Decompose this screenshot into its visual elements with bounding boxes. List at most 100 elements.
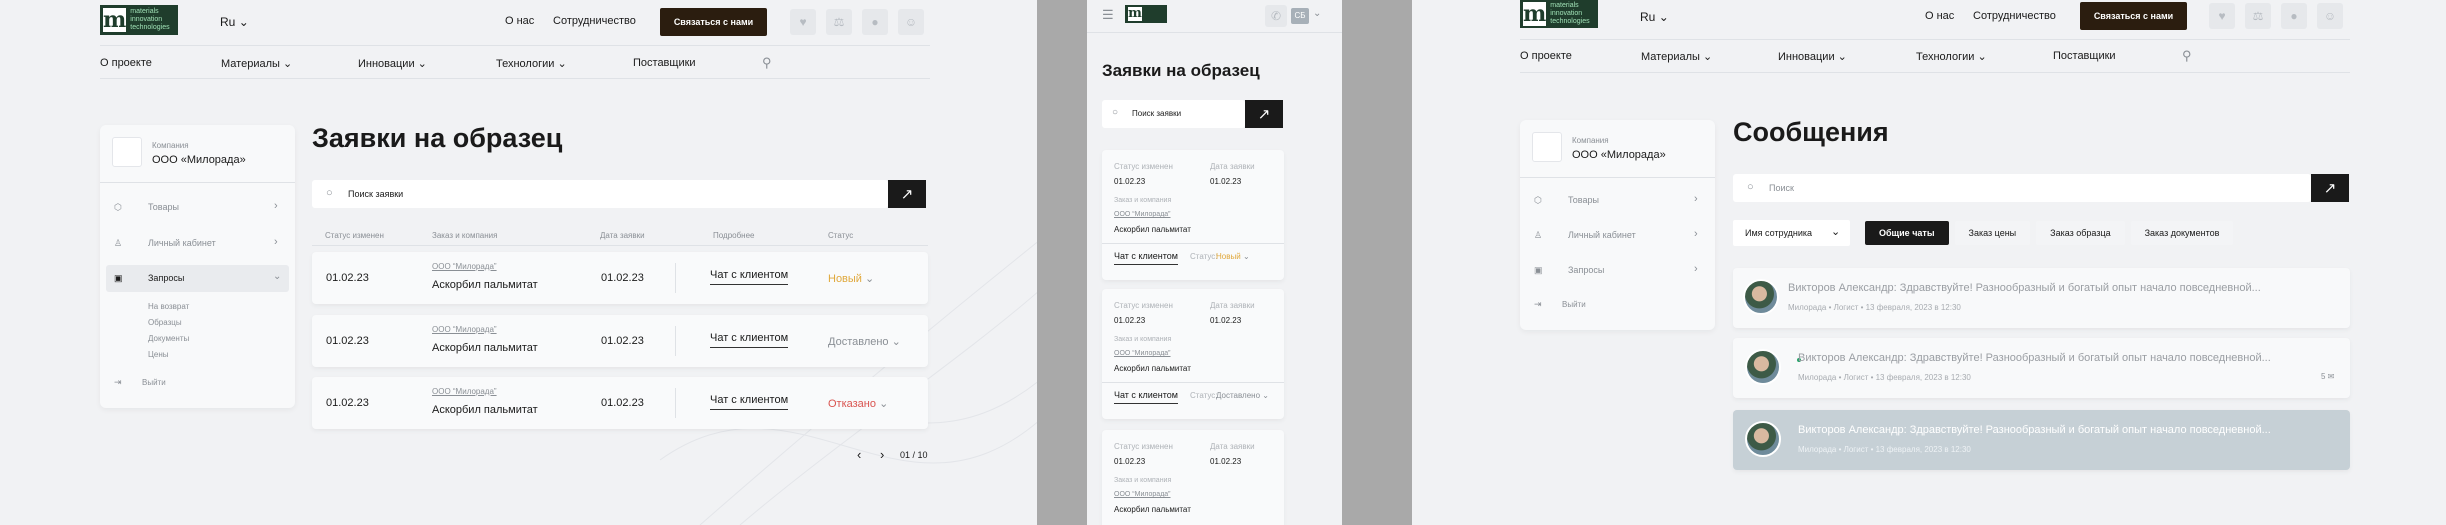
person-icon: ♙ <box>114 238 123 248</box>
nav-about[interactable]: О проекте <box>100 57 152 69</box>
logout-link[interactable]: Выйти <box>142 378 166 387</box>
avatar <box>1745 349 1781 385</box>
nav-suppliers[interactable]: Поставщики <box>633 57 696 69</box>
heart-icon[interactable]: ♥ <box>790 9 816 35</box>
chat-with-client-link[interactable]: Чат с клиентом <box>710 394 789 410</box>
message-item[interactable]: Викторов Александр: Здравствуйте! Разноо… <box>1733 268 2350 328</box>
search-submit-button[interactable]: ↗ <box>2311 174 2349 202</box>
chevron-down-icon[interactable]: ⌄ <box>1313 8 1321 19</box>
sidebar-item-cabinet[interactable]: Личный кабинет <box>1568 230 1636 240</box>
menu-icon[interactable]: ☰ <box>1102 7 1114 23</box>
sidebar-item-cabinet[interactable]: Личный кабинет <box>148 238 216 248</box>
contact-button[interactable]: Связаться с нами <box>660 8 767 36</box>
logo[interactable]: m materials innovation technologies <box>100 5 178 35</box>
col-status: Статус <box>828 231 854 240</box>
sidebar-item-requests-active[interactable] <box>106 265 289 292</box>
nav-suppliers[interactable]: Поставщики <box>2053 50 2116 62</box>
phone-icon[interactable]: ✆ <box>1265 5 1287 27</box>
language-select[interactable]: Ru ⌄ <box>220 15 249 29</box>
chat-with-client-link[interactable]: Чат с клиентом <box>1114 251 1178 265</box>
card-company-link[interactable]: ООО “Милорада” <box>1114 491 1171 498</box>
table-row[interactable]: 01.02.23 ООО “Милорада” Аскорбил пальмит… <box>312 377 928 429</box>
status-label: Статус: <box>1190 391 1218 400</box>
request-card[interactable]: Статус изменен 01.02.23 Дата заявки 01.0… <box>1102 150 1284 280</box>
search-input[interactable]: ○ Поиск <box>1733 174 2311 202</box>
message-item[interactable]: Викторов Александр: Здравствуйте! Разноо… <box>1733 410 2350 470</box>
status-select[interactable]: Отказано ⌄ <box>828 397 888 410</box>
tab-general-chats[interactable]: Общие чаты <box>1865 221 1949 245</box>
company-logo <box>112 137 142 167</box>
nav-materials[interactable]: Материалы ⌄ <box>221 57 292 70</box>
tab-price-order[interactable]: Заказ цены <box>1954 221 2031 245</box>
cooperation-link[interactable]: Сотрудничество <box>1973 10 2056 22</box>
status-select[interactable]: Доставлено ⌄ <box>828 335 901 348</box>
search-input[interactable]: ○ Поиск заявки <box>312 180 888 208</box>
tab-documents-order[interactable]: Заказ документов <box>2130 221 2234 245</box>
order-label: Заказ и компания <box>1114 197 1172 204</box>
row-company-link[interactable]: ООО “Милорада” <box>432 262 497 271</box>
sidebar-item-requests[interactable]: Запросы <box>1568 265 1604 275</box>
logo[interactable]: m <box>1125 5 1167 23</box>
user-icon[interactable]: ☺ <box>2317 3 2343 29</box>
logout-link[interactable]: Выйти <box>1562 300 1586 309</box>
nav-technologies[interactable]: Технологии ⌄ <box>496 57 567 70</box>
message-item[interactable]: Викторов Александр: Здравствуйте! Разноо… <box>1733 338 2350 398</box>
order-label: Заказ и компания <box>1114 336 1172 343</box>
sidebar-item-products[interactable]: Товары <box>1568 195 1599 205</box>
card-company-link[interactable]: ООО “Милорада” <box>1114 350 1171 357</box>
scale-icon[interactable]: ⚖ <box>2245 3 2271 29</box>
order-label: Заказ и компания <box>1114 477 1172 484</box>
chat-with-client-link[interactable]: Чат с клиентом <box>710 332 789 348</box>
nav-about[interactable]: О проекте <box>1520 50 1572 62</box>
search-submit-button[interactable]: ↗ <box>1245 100 1283 128</box>
about-link[interactable]: О нас <box>505 15 534 27</box>
sidebar-item-requests[interactable]: Запросы <box>148 273 184 283</box>
user-icon[interactable]: ☺ <box>898 9 924 35</box>
next-page-icon[interactable]: › <box>880 447 884 462</box>
sub-samples[interactable]: Образцы <box>148 318 182 327</box>
search-icon[interactable]: ⚲ <box>2182 48 2192 64</box>
sub-documents[interactable]: Документы <box>148 334 189 343</box>
row-company-link[interactable]: ООО “Милорада” <box>432 387 497 396</box>
scale-icon[interactable]: ⚖ <box>826 9 852 35</box>
logo[interactable]: m materials innovation technologies <box>1520 0 1598 28</box>
bell-icon[interactable]: ● <box>862 9 888 35</box>
about-link[interactable]: О нас <box>1925 10 1954 22</box>
status-select[interactable]: Доставлено ⌄ <box>1216 391 1269 400</box>
nav-materials[interactable]: Материалы ⌄ <box>1641 50 1712 63</box>
search-input[interactable]: ○ Поиск заявки <box>1102 100 1245 128</box>
prev-page-icon[interactable]: ‹ <box>857 447 861 462</box>
row-changed: 01.02.23 <box>326 335 369 347</box>
card-company-link[interactable]: ООО “Милорада” <box>1114 211 1171 218</box>
nav-innovations[interactable]: Инновации ⌄ <box>1778 50 1847 63</box>
request-card[interactable]: Статус изменен 01.02.23 Дата заявки 01.0… <box>1102 289 1284 419</box>
nav-technologies[interactable]: Технологии ⌄ <box>1916 50 1987 63</box>
heart-icon[interactable]: ♥ <box>2209 3 2235 29</box>
search-submit-button[interactable]: ↗ <box>888 180 926 208</box>
messages-page-desktop: m materials innovation technologies Ru ⌄ … <box>1412 0 2446 525</box>
sub-returns[interactable]: На возврат <box>148 302 189 311</box>
avatar <box>1745 421 1781 457</box>
language-select[interactable]: Ru ⌄ <box>1640 10 1669 24</box>
cooperation-link[interactable]: Сотрудничество <box>553 15 636 27</box>
employee-select[interactable]: Имя сотрудника ⌄ <box>1733 220 1850 246</box>
sub-prices[interactable]: Цены <box>148 350 169 359</box>
status-select[interactable]: Новый ⌄ <box>828 272 874 285</box>
tab-sample-order[interactable]: Заказ образца <box>2036 221 2125 245</box>
contact-button[interactable]: Связаться с нами <box>2080 2 2187 30</box>
table-row[interactable]: 01.02.23 ООО “Милорада” Аскорбил пальмит… <box>312 252 928 304</box>
status-select[interactable]: Новый ⌄ <box>1216 252 1250 261</box>
nav-innovations[interactable]: Инновации ⌄ <box>358 57 427 70</box>
bell-icon[interactable]: ● <box>2281 3 2307 29</box>
search-icon: ○ <box>1112 107 1119 118</box>
row-company-link[interactable]: ООО “Милорада” <box>432 325 497 334</box>
company-label: Компания <box>152 141 189 150</box>
chat-with-client-link[interactable]: Чат с клиентом <box>1114 390 1178 404</box>
chevron-down-icon: ⌄ <box>557 58 567 70</box>
table-row[interactable]: 01.02.23 ООО “Милорада” Аскорбил пальмит… <box>312 315 928 367</box>
sidebar-item-products[interactable]: Товары <box>148 202 179 212</box>
request-card[interactable]: Статус изменен 01.02.23 Дата заявки 01.0… <box>1102 430 1284 525</box>
search-icon[interactable]: ⚲ <box>762 55 772 71</box>
user-avatar[interactable]: СБ <box>1291 8 1309 24</box>
chat-with-client-link[interactable]: Чат с клиентом <box>710 269 789 285</box>
